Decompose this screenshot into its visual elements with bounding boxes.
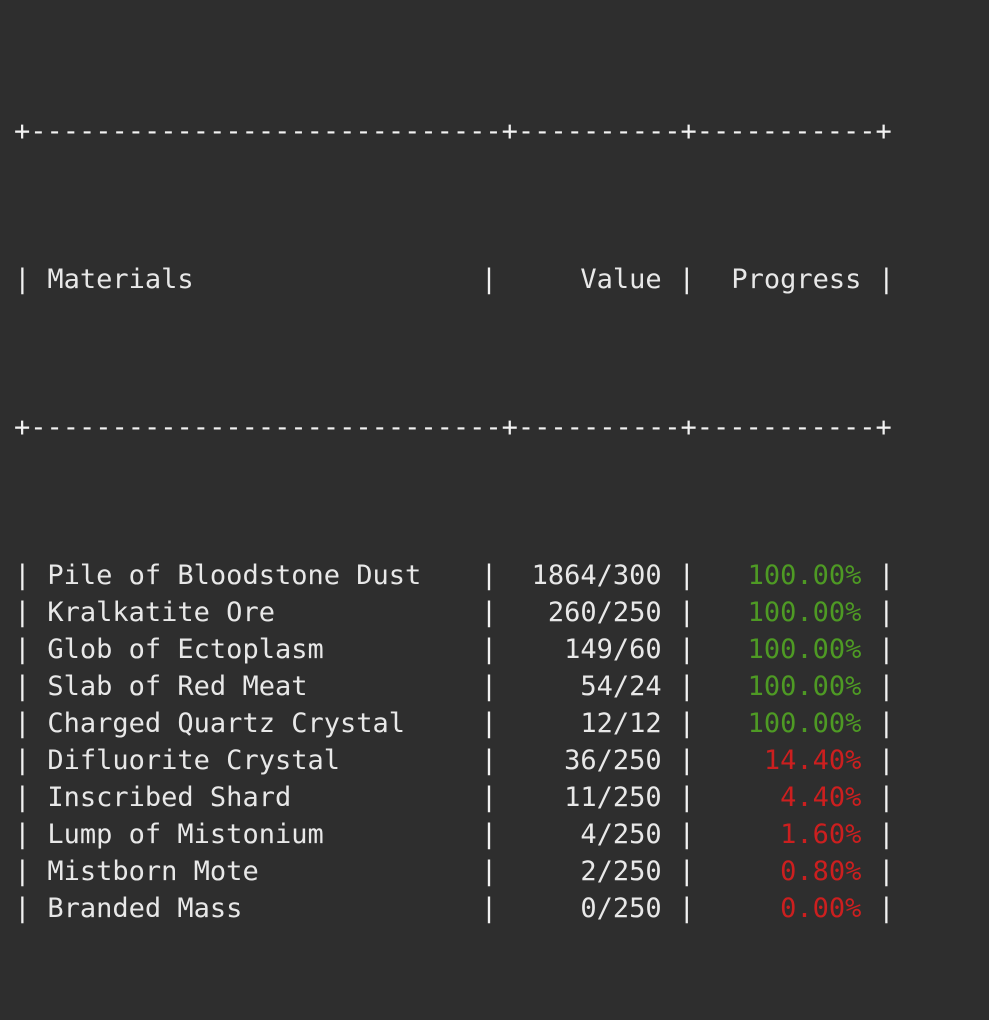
table-row: |Slab of Red Meat|54/24|100.00%|	[14, 668, 895, 705]
table-row: |Inscribed Shard|11/250|4.40%|	[14, 779, 895, 816]
table-row: |Glob of Ectoplasm|149/60|100.00%|	[14, 631, 895, 668]
border-pipe: |	[878, 890, 895, 927]
border-pipe: |	[14, 890, 31, 927]
cell-material-name: Pile of Bloodstone Dust	[31, 557, 481, 594]
cell-material-name: Difluorite Crystal	[31, 742, 481, 779]
terminal-window: +-----------------------------+---------…	[0, 0, 989, 510]
border-pipe: |	[878, 631, 895, 668]
cell-progress: 0.80%	[695, 853, 878, 890]
cell-value: 149/60	[497, 631, 678, 668]
cell-material-name: Kralkatite Ore	[31, 594, 481, 631]
border-pipe: |	[14, 816, 31, 853]
border-pipe: |	[14, 742, 31, 779]
cell-progress: 1.60%	[695, 816, 878, 853]
column-header-value: Value	[497, 261, 678, 298]
border-pipe: |	[481, 668, 498, 705]
border-pipe: |	[14, 668, 31, 705]
border-pipe: |	[14, 779, 31, 816]
cell-value: 4/250	[497, 816, 678, 853]
table-row: |Lump of Mistonium|4/250|1.60%|	[14, 816, 895, 853]
cell-value: 11/250	[497, 779, 678, 816]
border-pipe: |	[878, 853, 895, 890]
column-header-progress: Progress	[695, 261, 878, 298]
border-pipe: |	[878, 779, 895, 816]
border-pipe: |	[678, 631, 695, 668]
border-pipe: |	[481, 557, 498, 594]
border-pipe: |	[481, 261, 498, 298]
table-row: |Pile of Bloodstone Dust|1864/300|100.00…	[14, 557, 895, 594]
border-pipe: |	[678, 594, 695, 631]
table-row: |Branded Mass|0/250|0.00%|	[14, 890, 895, 927]
cell-progress: 100.00%	[695, 594, 878, 631]
border-pipe: |	[481, 594, 498, 631]
border-pipe: |	[14, 631, 31, 668]
border-pipe: |	[14, 705, 31, 742]
border-pipe: |	[878, 594, 895, 631]
cell-value: 54/24	[497, 668, 678, 705]
border-pipe: |	[878, 816, 895, 853]
cell-material-name: Lump of Mistonium	[31, 816, 481, 853]
border-pipe: |	[14, 557, 31, 594]
cell-material-name: Inscribed Shard	[31, 779, 481, 816]
border-pipe: |	[878, 261, 895, 298]
border-pipe: |	[14, 261, 31, 298]
table-header-row: |Materials|Value|Progress|	[14, 261, 895, 298]
table-border-top: +-----------------------------+---------…	[14, 113, 895, 150]
table-row: |Kralkatite Ore|260/250|100.00%|	[14, 594, 895, 631]
border-pipe: |	[481, 816, 498, 853]
cell-progress: 14.40%	[695, 742, 878, 779]
border-pipe: |	[878, 705, 895, 742]
table-row: |Charged Quartz Crystal|12/12|100.00%|	[14, 705, 895, 742]
border-pipe: |	[14, 853, 31, 890]
border-pipe: |	[878, 742, 895, 779]
border-pipe: |	[678, 853, 695, 890]
border-pipe: |	[878, 668, 895, 705]
cell-progress: 100.00%	[695, 557, 878, 594]
border-pipe: |	[678, 890, 695, 927]
border-pipe: |	[678, 779, 695, 816]
cell-value: 12/12	[497, 705, 678, 742]
cell-progress: 100.00%	[695, 705, 878, 742]
border-pipe: |	[14, 594, 31, 631]
cell-value: 260/250	[497, 594, 678, 631]
cell-progress: 100.00%	[695, 668, 878, 705]
cell-progress: 0.00%	[695, 890, 878, 927]
border-pipe: |	[481, 890, 498, 927]
table-row: |Mistborn Mote|2/250|0.80%|	[14, 853, 895, 890]
border-pipe: |	[678, 557, 695, 594]
cell-material-name: Glob of Ectoplasm	[31, 631, 481, 668]
column-header-materials: Materials	[31, 261, 481, 298]
cell-value: 0/250	[497, 890, 678, 927]
cell-material-name: Mistborn Mote	[31, 853, 481, 890]
cell-material-name: Charged Quartz Crystal	[31, 705, 481, 742]
cell-value: 2/250	[497, 853, 678, 890]
border-pipe: |	[678, 816, 695, 853]
table-row: |Difluorite Crystal|36/250|14.40%|	[14, 742, 895, 779]
cell-progress: 4.40%	[695, 779, 878, 816]
border-pipe: |	[481, 705, 498, 742]
border-pipe: |	[481, 742, 498, 779]
border-pipe: |	[481, 631, 498, 668]
cell-progress: 100.00%	[695, 631, 878, 668]
border-pipe: |	[678, 668, 695, 705]
border-pipe: |	[678, 705, 695, 742]
border-pipe: |	[678, 742, 695, 779]
border-pipe: |	[481, 853, 498, 890]
table-border-header-separator: +-----------------------------+---------…	[14, 409, 895, 446]
materials-progress-table: +-----------------------------+---------…	[14, 2, 895, 1020]
cell-value: 36/250	[497, 742, 678, 779]
cell-material-name: Slab of Red Meat	[31, 668, 481, 705]
border-pipe: |	[878, 557, 895, 594]
border-pipe: |	[481, 779, 498, 816]
cell-material-name: Branded Mass	[31, 890, 481, 927]
border-pipe: |	[678, 261, 695, 298]
cell-value: 1864/300	[497, 557, 678, 594]
table-body: |Pile of Bloodstone Dust|1864/300|100.00…	[14, 557, 895, 927]
